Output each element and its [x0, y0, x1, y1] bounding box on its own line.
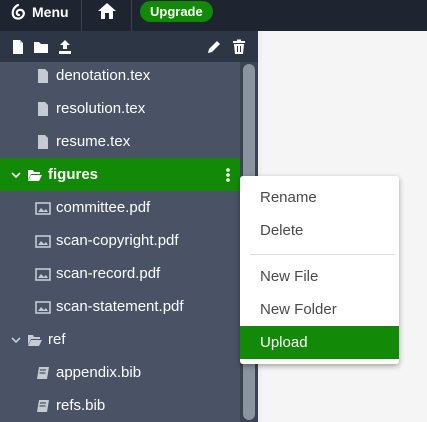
file-tree-item[interactable]: scan-record.pdf	[0, 257, 240, 290]
folder-label: ref	[48, 331, 66, 348]
upgrade-button[interactable]: Upgrade	[140, 1, 213, 22]
image-icon	[35, 268, 51, 281]
file-tree-item[interactable]: refs.bib	[0, 389, 240, 422]
folder-open-icon	[28, 335, 42, 346]
menu-item-upload[interactable]: Upload	[240, 326, 399, 359]
chevron-down-icon[interactable]	[11, 170, 21, 180]
file-tree-item[interactable]: denotation.tex	[0, 59, 240, 92]
file-icon	[38, 101, 48, 116]
bib-icon	[37, 400, 49, 412]
file-label: scan-record.pdf	[56, 265, 161, 282]
file-icon	[38, 68, 48, 83]
upload-icon[interactable]	[57, 39, 73, 55]
file-tree-item[interactable]: resume.tex	[0, 125, 240, 158]
image-icon	[35, 202, 51, 215]
new-folder-icon[interactable]	[33, 39, 49, 55]
file-tree-item[interactable]: appendix.bib	[0, 356, 240, 389]
overleaf-logo-icon	[11, 3, 25, 20]
menu-divider	[250, 254, 395, 255]
file-label: refs.bib	[56, 397, 106, 414]
file-toolbar	[0, 31, 258, 62]
topbar-divider	[81, 0, 82, 31]
file-tree: denotation.tex resolution.tex resume.tex…	[0, 62, 240, 422]
file-tree-item[interactable]: scan-copyright.pdf	[0, 224, 240, 257]
file-label: committee.pdf	[56, 199, 151, 216]
home-icon	[98, 3, 116, 19]
menu-item-new-folder[interactable]: New Folder	[240, 293, 399, 326]
folder-label: figures	[48, 166, 99, 183]
chevron-down-icon[interactable]	[11, 335, 21, 345]
folder-context-menu: Rename Delete New File New Folder Upload	[240, 176, 399, 364]
file-icon	[38, 134, 48, 149]
file-label: scan-statement.pdf	[56, 298, 184, 315]
image-icon	[35, 301, 51, 314]
topbar-divider	[131, 0, 132, 31]
new-file-icon[interactable]	[10, 39, 26, 55]
home-button[interactable]	[96, 1, 118, 21]
file-tree-item[interactable]: scan-statement.pdf	[0, 290, 240, 323]
file-label: scan-copyright.pdf	[56, 232, 179, 249]
folder-open-icon	[28, 170, 42, 181]
kebab-menu-icon[interactable]	[221, 167, 235, 183]
file-tree-item[interactable]: resolution.tex	[0, 92, 240, 125]
file-label: resume.tex	[56, 133, 131, 150]
top-bar: Menu Upgrade	[0, 0, 427, 31]
delete-icon[interactable]	[231, 39, 247, 55]
menu-item-delete[interactable]: Delete	[240, 214, 399, 247]
menu-label: Menu	[32, 4, 69, 20]
file-label: denotation.tex	[56, 67, 151, 84]
menu-item-rename[interactable]: Rename	[240, 181, 399, 214]
folder-item-ref[interactable]: ref	[0, 323, 240, 356]
menu-button[interactable]: Menu	[10, 0, 69, 24]
bib-icon	[37, 367, 49, 379]
file-tree-item[interactable]: committee.pdf	[0, 191, 240, 224]
file-sidebar: denotation.tex resolution.tex resume.tex…	[0, 31, 258, 422]
image-icon	[35, 235, 51, 248]
rename-icon[interactable]	[206, 39, 222, 55]
folder-item-figures[interactable]: figures	[0, 158, 240, 191]
file-label: resolution.tex	[56, 100, 146, 117]
file-label: appendix.bib	[56, 364, 142, 381]
menu-item-new-file[interactable]: New File	[240, 260, 399, 293]
